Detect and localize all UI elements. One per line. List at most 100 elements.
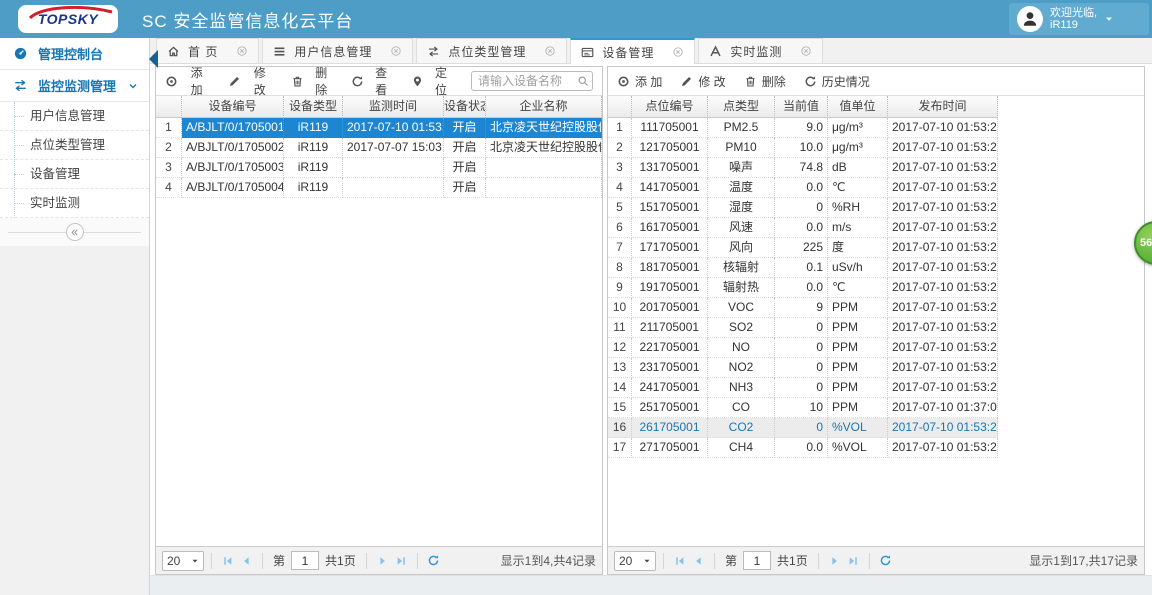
company-cell — [486, 178, 602, 198]
sidebar-group-console[interactable]: 管理控制台 — [0, 38, 149, 70]
column-header[interactable]: 值单位 — [828, 96, 888, 118]
table-row[interactable]: 3 A/BJLT/0/1705003 iR119 开启 — [156, 158, 602, 178]
point-type-cell: CO2 — [708, 418, 775, 438]
column-header[interactable]: 企业名称 — [486, 96, 602, 118]
reload-button[interactable] — [877, 552, 895, 570]
table-row[interactable]: 12 221705001 NO 0 PPM 2017-07-10 01:53:2… — [608, 338, 998, 358]
row-number-cell: 16 — [608, 418, 632, 438]
sidebar-group-monitoring[interactable]: 监控监测管理 — [0, 70, 149, 102]
reload-button[interactable] — [425, 552, 443, 570]
page-number-input[interactable] — [291, 551, 320, 570]
toolbar-button-icon — [351, 75, 364, 88]
table-row[interactable]: 4 A/BJLT/0/1705004 iR119 开启 — [156, 178, 602, 198]
table-row[interactable]: 5 151705001 湿度 0 %RH 2017-07-10 01:53:22 — [608, 198, 998, 218]
column-header[interactable]: 点类型 — [708, 96, 775, 118]
close-icon[interactable] — [236, 45, 248, 57]
point-code-cell: 121705001 — [632, 138, 708, 158]
page-size-select[interactable]: 20 — [162, 550, 204, 571]
point-type-cell: 温度 — [708, 178, 775, 198]
table-row[interactable]: 11 211705001 SO2 0 PPM 2017-07-10 01:53:… — [608, 318, 998, 338]
table-row[interactable]: 4 141705001 温度 0.0 ℃ 2017-07-10 01:53:22 — [608, 178, 998, 198]
toolbar-button-label: 修 改 — [253, 66, 266, 97]
device-code-cell: A/BJLT/0/1705002 — [182, 138, 284, 158]
column-header[interactable]: 发布时间 — [888, 96, 998, 118]
device-search-input[interactable] — [471, 71, 593, 91]
sidebar-item[interactable]: 实时监测 — [0, 189, 149, 218]
table-row[interactable]: 3 131705001 噪声 74.8 dB 2017-07-10 01:53:… — [608, 158, 998, 178]
toolbar-button[interactable]: 查看 — [351, 64, 393, 98]
table-row[interactable]: 2 121705001 PM10 10.0 μg/m³ 2017-07-10 0… — [608, 138, 998, 158]
toolbar-button[interactable]: 历史情况 — [804, 73, 870, 90]
last-page-button[interactable] — [844, 552, 862, 570]
column-header[interactable]: 监测时间 — [343, 96, 444, 118]
toolbar-button[interactable]: 定位 — [411, 64, 453, 98]
table-row[interactable]: 1 111705001 PM2.5 9.0 μg/m³ 2017-07-10 0… — [608, 118, 998, 138]
table-row[interactable]: 14 241705001 NH3 0 PPM 2017-07-10 01:53:… — [608, 378, 998, 398]
column-header[interactable]: 当前值 — [775, 96, 828, 118]
table-row[interactable]: 7 171705001 风向 225 度 2017-07-10 01:53:21 — [608, 238, 998, 258]
toolbar-button[interactable]: 删除 — [744, 73, 786, 90]
tab[interactable]: 设备管理 — [570, 38, 696, 64]
row-number-cell: 1 — [156, 118, 182, 138]
toolbar-button[interactable]: 修 改 — [680, 73, 726, 90]
device-type-cell: iR119 — [284, 118, 343, 138]
unit-cell: dB — [828, 158, 888, 178]
table-row[interactable]: 16 261705001 CO2 0 %VOL 2017-07-10 01:53… — [608, 418, 998, 438]
monitor-time-cell — [343, 178, 444, 198]
table-row[interactable]: 9 191705001 辐射热 0.0 ℃ 2017-07-10 01:53:2… — [608, 278, 998, 298]
point-type-cell: CO — [708, 398, 775, 418]
table-row[interactable]: 17 271705001 CH4 0.0 %VOL 2017-07-10 01:… — [608, 438, 998, 458]
tab[interactable]: 实时监测 — [698, 38, 824, 63]
toolbar-button[interactable]: 添 加 — [165, 64, 210, 98]
device-type-cell: iR119 — [284, 158, 343, 178]
sidebar-item[interactable]: 点位类型管理 — [0, 131, 149, 160]
page-size-select[interactable]: 20 — [614, 550, 656, 571]
close-icon[interactable] — [544, 45, 556, 57]
device-table-header: 设备编号设备类型监测时间设备状态企业名称 — [156, 96, 602, 118]
device-code-cell: A/BJLT/0/1705004 — [182, 178, 284, 198]
table-row[interactable]: 2 A/BJLT/0/1705002 iR119 2017-07-07 15:0… — [156, 138, 602, 158]
table-row[interactable]: 8 181705001 核辐射 0.1 uSv/h 2017-07-10 01:… — [608, 258, 998, 278]
sidebar: 管理控制台 监控监测管理 用户信息管理 点位类型管理 设备管理 实时监测 — [0, 38, 158, 595]
next-page-button[interactable] — [374, 552, 392, 570]
sidebar-item[interactable]: 设备管理 — [0, 160, 149, 189]
sidebar-collapse-button[interactable] — [65, 223, 84, 241]
separator — [714, 552, 715, 569]
first-page-button[interactable] — [671, 552, 689, 570]
toolbar-button[interactable]: 删除 — [291, 64, 333, 98]
user-menu[interactable]: 欢迎光临, iR119 — [1009, 3, 1149, 35]
tab-label: 点位类型管理 — [448, 44, 527, 59]
table-row[interactable]: 1 A/BJLT/0/1705001 iR119 2017-07-10 01:5… — [156, 118, 602, 138]
next-page-button[interactable] — [826, 552, 844, 570]
first-page-button[interactable] — [219, 552, 237, 570]
search-icon[interactable] — [577, 75, 589, 87]
tab[interactable]: 点位类型管理 — [416, 38, 568, 63]
tab[interactable]: 用户信息管理 — [262, 38, 414, 63]
prev-page-button[interactable] — [237, 552, 255, 570]
point-code-cell: 181705001 — [632, 258, 708, 278]
page-number-input[interactable] — [743, 551, 772, 570]
unit-cell: m/s — [828, 218, 888, 238]
close-icon[interactable] — [390, 45, 402, 57]
table-row[interactable]: 10 201705001 VOC 9 PPM 2017-07-10 01:53:… — [608, 298, 998, 318]
close-icon[interactable] — [672, 46, 684, 58]
last-page-button[interactable] — [392, 552, 410, 570]
column-header[interactable]: 设备类型 — [284, 96, 343, 118]
column-header[interactable]: 设备状态 — [444, 96, 486, 118]
point-type-cell: 湿度 — [708, 198, 775, 218]
prev-page-button[interactable] — [689, 552, 707, 570]
toolbar-button-label: 添 加 — [190, 66, 203, 97]
tab-label: 设备管理 — [602, 45, 655, 60]
toolbar-button[interactable]: 添 加 — [617, 73, 662, 90]
column-header[interactable]: 点位编号 — [632, 96, 708, 118]
toolbar-button[interactable]: 修 改 — [228, 64, 273, 98]
toolbar-button-label: 删除 — [315, 66, 328, 97]
sidebar-item[interactable]: 用户信息管理 — [0, 102, 149, 131]
close-icon[interactable] — [800, 45, 812, 57]
table-row[interactable]: 15 251705001 CO 10 PPM 2017-07-10 01:37:… — [608, 398, 998, 418]
tab[interactable]: 首 页 — [156, 38, 260, 63]
column-header[interactable]: 设备编号 — [182, 96, 284, 118]
table-row[interactable]: 13 231705001 NO2 0 PPM 2017-07-10 01:53:… — [608, 358, 998, 378]
current-value-cell: 10.0 — [775, 138, 828, 158]
table-row[interactable]: 6 161705001 风速 0.0 m/s 2017-07-10 01:53:… — [608, 218, 998, 238]
